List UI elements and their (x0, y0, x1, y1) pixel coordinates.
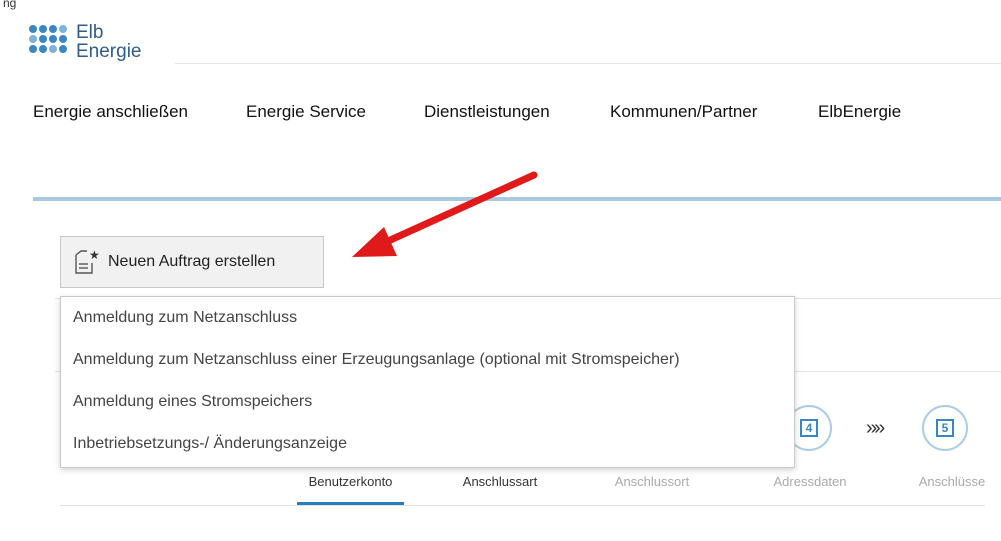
step-adressdaten[interactable]: Adressdaten (754, 474, 866, 489)
logo-wordmark: Elb Energie (76, 23, 142, 62)
step-5-circle[interactable]: 5 (922, 405, 968, 451)
nav-item-kommunen-partner[interactable]: Kommunen/Partner (610, 102, 818, 122)
step-4-number: 4 (800, 419, 818, 437)
step-anschlussart[interactable]: Anschlussart (445, 474, 555, 489)
main-navigation: Energie anschließen Energie Service Dien… (33, 102, 901, 122)
steps-divider (60, 505, 985, 506)
header-tag: ng (3, 0, 17, 10)
logo-dots-icon (29, 25, 67, 53)
section-divider (33, 197, 1001, 201)
step-anschluesse[interactable]: Anschlüsse (903, 474, 1001, 489)
nav-item-energie-anschliessen[interactable]: Energie anschließen (33, 102, 246, 122)
document-star-icon: ★ (73, 249, 99, 275)
step-benutzerkonto[interactable]: Benutzerkonto (297, 474, 404, 489)
nav-item-dienstleistungen[interactable]: Dienstleistungen (424, 102, 610, 122)
elb-energie-logo[interactable]: Elb Energie (28, 23, 142, 62)
dropdown-option-erzeugungsanlage[interactable]: Anmeldung zum Netzanschluss einer Erzeug… (61, 339, 794, 381)
new-order-button-label: Neuen Auftrag erstellen (108, 253, 276, 270)
new-order-dropdown: Anmeldung zum Netzanschluss Anmeldung zu… (60, 296, 795, 468)
logo-line-2: Energie (76, 41, 142, 62)
nav-item-elbenergie[interactable]: ElbEnergie (818, 102, 901, 122)
header-divider (175, 63, 1001, 64)
new-order-button[interactable]: ★ Neuen Auftrag erstellen (60, 236, 324, 288)
nav-item-energie-service[interactable]: Energie Service (246, 102, 424, 122)
step-separator-icon: »» (866, 417, 885, 439)
svg-text:★: ★ (89, 249, 99, 262)
step-anschlussort[interactable]: Anschlussort (596, 474, 708, 489)
top-strip: ng (0, 0, 1001, 16)
dropdown-option-inbetriebsetzung[interactable]: Inbetriebsetzungs-/ Änderungsanzeige (61, 423, 794, 465)
dropdown-option-stromspeicher[interactable]: Anmeldung eines Stromspeichers (61, 381, 794, 423)
step-5-number: 5 (936, 419, 954, 437)
dropdown-option-netzanschluss[interactable]: Anmeldung zum Netzanschluss (61, 297, 794, 339)
